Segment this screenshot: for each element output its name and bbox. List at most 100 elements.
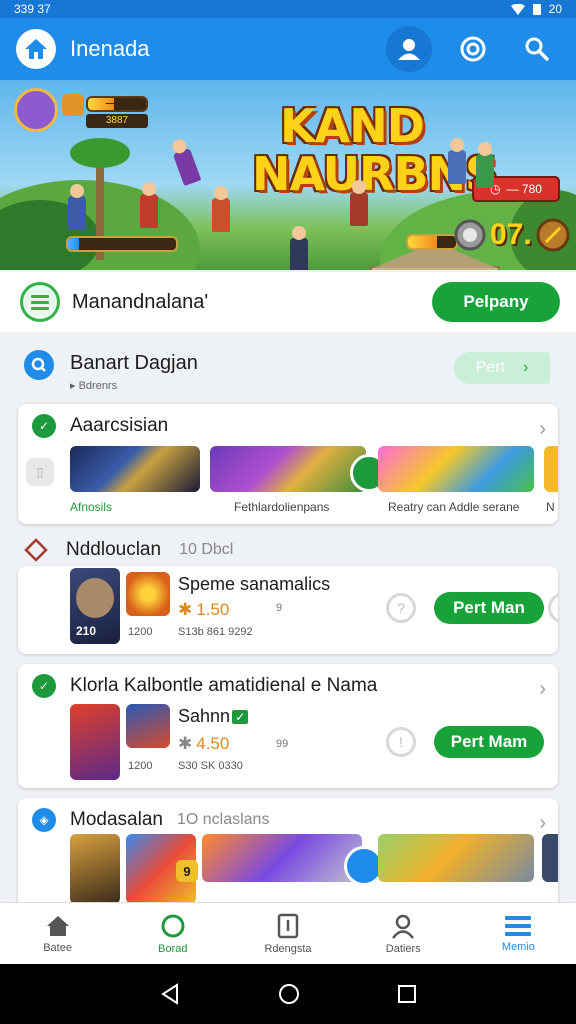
card-title: Modasalan (70, 809, 163, 830)
nav-item[interactable]: Datiers (346, 903, 461, 964)
chevron-right-icon[interactable]: › (539, 812, 546, 835)
app-rating: ✱ 1.50 (178, 600, 230, 619)
notification-button[interactable] (450, 26, 496, 72)
search-icon (31, 357, 46, 372)
status-time: 339 37 (14, 2, 51, 16)
profile-button[interactable] (386, 26, 432, 72)
app-card[interactable]: ✓ Klorla Kalbontle amatidienal e Nama › … (18, 664, 558, 788)
thumb-label: N (546, 500, 555, 514)
info-icon[interactable]: ! (386, 727, 416, 757)
battery-icon (532, 4, 541, 15)
thumb-label: Fethlardolienpans (234, 500, 330, 514)
game-thumbnail[interactable] (70, 446, 200, 492)
system-nav-bar (0, 964, 576, 1024)
recents-icon[interactable] (397, 984, 417, 1004)
hp-sub: 3887 (86, 114, 148, 128)
home-icon (46, 915, 69, 936)
star-icon: ✱ (178, 600, 193, 619)
diamond-icon (24, 538, 48, 562)
featured-icon (20, 282, 60, 322)
battery-level: 20 (548, 2, 562, 16)
wifi-icon (510, 3, 525, 15)
menu-icon (505, 915, 532, 936)
compass-icon (536, 218, 570, 252)
character-sprite (212, 186, 230, 232)
palm-leaves (70, 138, 130, 168)
shield-icon: ◈ (32, 808, 56, 832)
section-pill-button[interactable]: Pert › (454, 352, 550, 384)
app-card[interactable]: 210 1200 Speme sanamalics ✱ 1.50 9 S13b 8… (18, 566, 558, 654)
back-icon[interactable] (159, 983, 181, 1005)
app-icon[interactable] (126, 704, 170, 748)
score-value: 07. (490, 218, 532, 251)
search-button[interactable] (514, 26, 560, 72)
chevron-right-icon[interactable]: › (539, 678, 546, 701)
check-icon: ✓ (232, 709, 249, 724)
info-icon[interactable]: ? (386, 593, 416, 623)
section-title: Banart Dagjan (70, 352, 198, 374)
leaf-icon: ✓ (32, 414, 56, 438)
thumb-label: Reatry can Addle serane (388, 500, 520, 514)
app-sub2: S13b 861 9292 (178, 626, 253, 638)
star-icon: ✱ (178, 734, 193, 753)
character-sprite (476, 142, 494, 188)
list-icon (31, 295, 49, 310)
info-icon[interactable] (548, 593, 558, 623)
category-card[interactable]: ✓ Aaarcsisian › ▯ Afnosils Fethlardolien… (18, 404, 558, 524)
chat-circle-icon (161, 914, 185, 937)
nav-item[interactable]: Batee (0, 903, 115, 964)
energy-bar (66, 236, 178, 252)
app-rating: ✱ 4.50 (178, 734, 230, 753)
game-thumbnail[interactable] (202, 834, 362, 882)
nav-item[interactable]: Rdengsta (230, 903, 345, 964)
badge-number: 9 (176, 860, 198, 882)
app-icon[interactable] (126, 572, 170, 616)
featured-button[interactable]: Pelpany (432, 282, 560, 322)
nav-item[interactable]: Borad (115, 903, 230, 964)
player-avatar (14, 88, 58, 132)
app-cover[interactable] (70, 704, 120, 780)
game-thumbnail[interactable] (544, 446, 558, 492)
hp-label: — — (105, 98, 129, 109)
card-title: Aaarcsisian (70, 415, 169, 436)
placeholder-icon: ▯ (26, 458, 54, 486)
install-button[interactable]: Pert Mam (434, 726, 544, 758)
game-title-line2: NAURBNS (252, 147, 498, 201)
person-icon (392, 914, 415, 939)
hero-banner[interactable]: — — 3887 KAND NAURBNS ◷ — 780 07. (0, 80, 576, 270)
character-sprite (172, 147, 202, 187)
user-add-icon (398, 39, 421, 60)
game-thumbnail[interactable] (542, 834, 558, 882)
app-bar: Inenada (0, 18, 576, 80)
home-button[interactable] (16, 29, 56, 69)
chevron-right-icon[interactable]: › (539, 418, 546, 441)
section-icon (24, 350, 54, 380)
character-sprite (448, 138, 466, 184)
app-title: Inenada (70, 36, 150, 61)
category-card[interactable]: ◈ Modasalan 1O nclaslans › 9 (18, 798, 558, 908)
status-bar: 339 37 20 (0, 0, 576, 18)
energy-fill (68, 238, 79, 250)
app-name: Sahnn ✓ (178, 706, 249, 727)
install-button[interactable]: Pert Man (434, 592, 544, 624)
nav-item[interactable]: Memio (461, 903, 576, 964)
game-thumbnail[interactable] (70, 834, 120, 904)
game-thumbnail[interactable] (378, 834, 534, 882)
thumb-label: Afnosils (70, 500, 113, 514)
section-subtitle: ▸ Bdrenrs (70, 380, 118, 392)
featured-title: Manandnalana' (72, 290, 209, 313)
section-header: Banart Dagjan ▸ Bdrenrs Pert › (20, 346, 556, 396)
app-sub2: S30 SK 0330 (178, 760, 243, 772)
game-thumbnail[interactable] (210, 446, 366, 492)
home-circle-icon[interactable] (278, 983, 300, 1005)
app-sub1: 1200 (128, 626, 153, 638)
hero-score: 07. (454, 218, 570, 252)
card-title: Klorla Kalbontle amatidienal e Nama (70, 675, 378, 696)
app-name: Speme sanamalics (178, 574, 331, 594)
app-extra: 99 (276, 738, 289, 750)
game-thumbnail[interactable] (378, 446, 534, 492)
character-sprite (140, 182, 158, 228)
home-icon (25, 39, 47, 59)
character-sprite (350, 180, 368, 226)
target-icon (460, 36, 486, 62)
